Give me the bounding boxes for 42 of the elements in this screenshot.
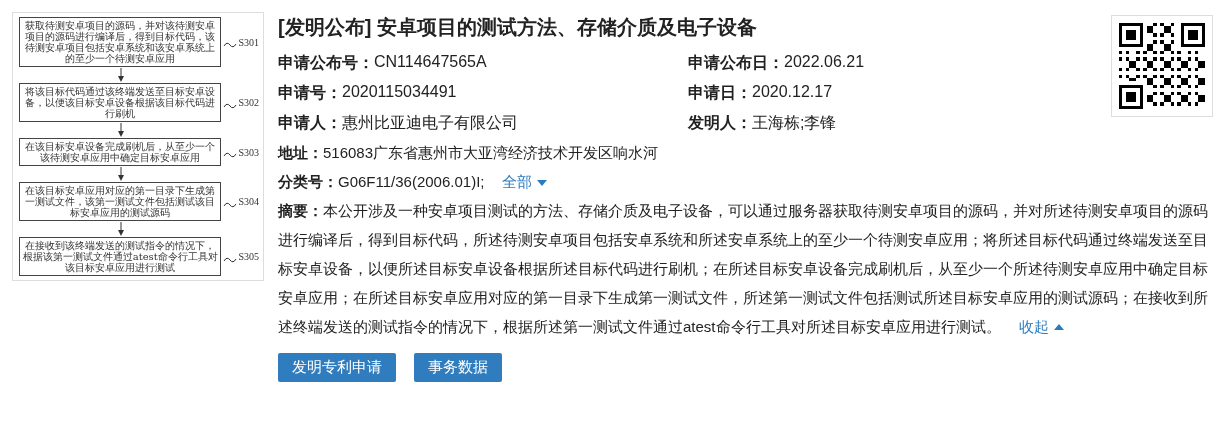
- leader-line: [223, 101, 238, 110]
- field-label: 申请公布号：: [278, 53, 374, 73]
- arrow: [116, 123, 125, 137]
- field-label: 申请日：: [688, 83, 752, 103]
- flowchart-step: 在该目标安卓应用对应的第一目录下生成第一测试文件，该第一测试文件包括测试该目标安卓应用的测试源码: [19, 182, 222, 221]
- field-value: 2020115034491: [342, 83, 457, 102]
- flowchart-step: 在接收到该终端发送的测试指令的情况下，根据该第一测试文件通过atest命令行工具对该目标安卓应用进行测试: [19, 237, 222, 276]
- step-label: S301: [238, 36, 259, 48]
- page-title: [发明公布] 安卓项目的测试方法、存储介质及电子设备: [278, 15, 758, 40]
- step-label: S305: [238, 251, 259, 262]
- field-value: 2020.12.17: [752, 83, 833, 102]
- flowchart-step: 在该目标安卓设备完成刷机后，从至少一个该待测安卓应用中确定目标安卓应用: [19, 138, 222, 166]
- leader-line: [223, 255, 238, 264]
- step-label: S302: [238, 97, 259, 108]
- field-label: 地址：: [278, 144, 323, 163]
- field-value: 2022.06.21: [784, 53, 865, 72]
- action-button[interactable]: 事务数据: [414, 353, 502, 382]
- abstract-paragraph: 摘要：本公开涉及一种安卓项目测试的方法、存储介质及电子设备，可以通过服务器获取待测安卓项目的源码，并对所述待测安卓项目的源码进行编译后，得到目标代码，所述待测安卓项目包括安卓系统和所述安卓系统上的至少一个待测安卓应用；将所述目标代码通过终端发送至目标安卓设备，以便所述目标安卓设备根据所述目标代码进行刷机；在所述目标安卓设备完成刷机后，从至少一个所述待测安卓应用中确定目标安卓应用；在所述目标安卓应用对应的第一目录下生成第一测试文件，所述第一测试文件包括测试所述目标安卓应用的测试源码；在接收到所述终端发送的测试指令的情况下，根据所述第一测试文件通过atest命令行工具对所述目标安卓应用进行测试。 收起: [278, 196, 1213, 341]
- field-value: 惠州比亚迪电子有限公司: [342, 113, 518, 133]
- leader-line: [223, 200, 238, 209]
- field-label: 分类号：: [278, 173, 338, 192]
- step-label: S303: [238, 146, 259, 158]
- flowchart-step: 获取待测安卓项目的源码，并对该待测安卓项目的源码进行编译后，得到目标代码，该待测安卓项目包括安卓系统和该安卓系统上的至少一个待测安卓应用: [19, 17, 222, 67]
- toggle-link[interactable]: 全部: [502, 173, 548, 192]
- field-label: 申请人：: [278, 113, 342, 133]
- action-button[interactable]: 发明专利申请: [278, 353, 396, 382]
- field-value: G06F11/36(2006.01)I;: [338, 173, 485, 192]
- field-value: 王海栋;李锋: [752, 113, 837, 133]
- flowchart-step: 将该目标代码通过该终端发送至目标安卓设备，以便该目标安卓设备根据该目标代码进行刷机: [19, 83, 222, 122]
- field-value: 516083广东省惠州市大亚湾经济技术开发区响水河: [323, 144, 659, 163]
- leader-line: [223, 151, 238, 159]
- field-label: 申请公布日：: [688, 53, 784, 73]
- figure-thumbnail[interactable]: [12, 12, 264, 281]
- arrow: [116, 222, 125, 236]
- step-label: S304: [238, 196, 259, 207]
- field-label: 申请号：: [278, 83, 342, 103]
- field-value: CN114647565A: [374, 53, 487, 72]
- arrow: [116, 68, 125, 82]
- arrow: [116, 167, 125, 181]
- leader-line: [223, 41, 238, 49]
- field-label: 发明人：: [688, 113, 752, 133]
- toggle-link[interactable]: 收起: [1018, 312, 1064, 341]
